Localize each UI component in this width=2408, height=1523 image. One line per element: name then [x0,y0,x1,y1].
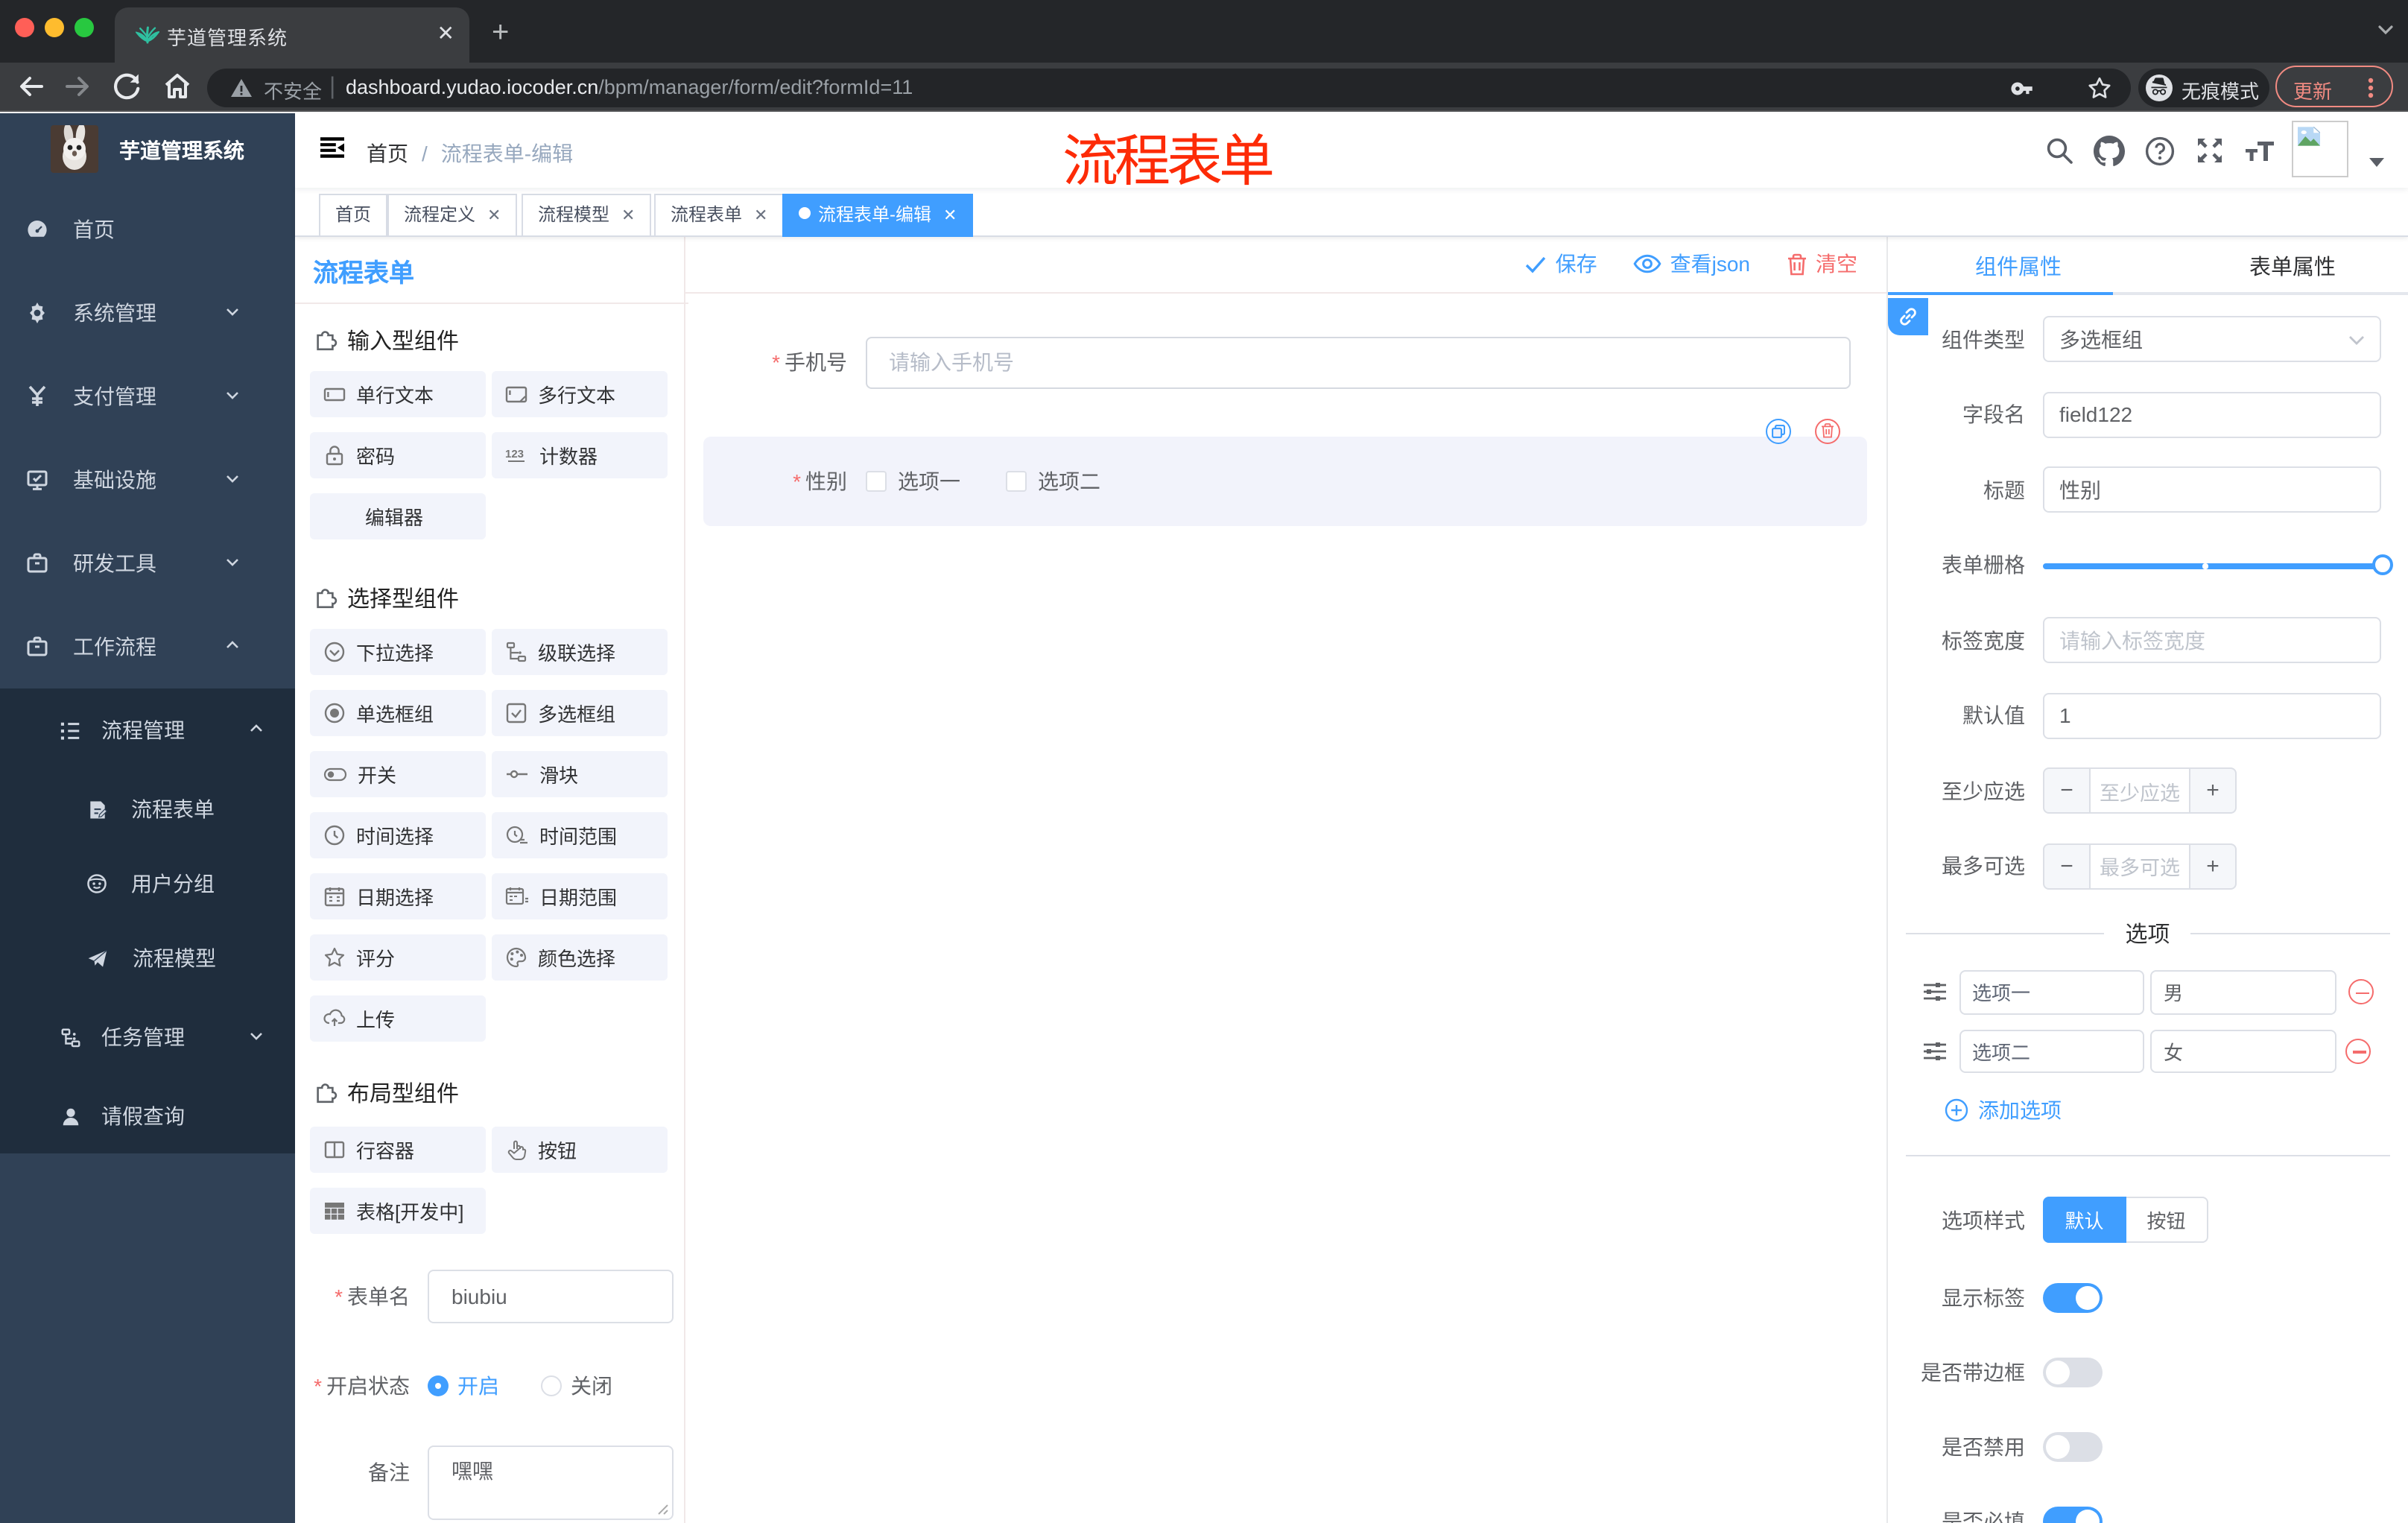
svg-text:123: 123 [505,447,524,460]
